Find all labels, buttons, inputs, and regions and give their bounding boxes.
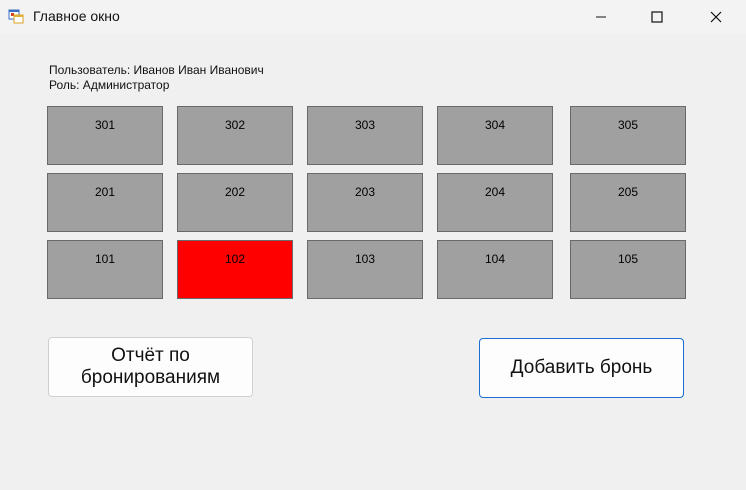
room-204-button[interactable]: 204 <box>437 173 553 232</box>
room-302-button[interactable]: 302 <box>177 106 293 165</box>
add-booking-button[interactable]: Добавить бронь <box>479 338 684 398</box>
room-101-button[interactable]: 101 <box>47 240 163 299</box>
user-name-label: Пользователь: Иванов Иван Иванович <box>49 63 264 77</box>
room-102-button[interactable]: 102 <box>177 240 293 299</box>
room-205-button[interactable]: 205 <box>570 173 686 232</box>
close-icon <box>710 11 722 23</box>
window-title: Главное окно <box>33 8 120 24</box>
report-button[interactable]: Отчёт по бронированиям <box>48 337 253 397</box>
minimize-button[interactable] <box>578 0 624 34</box>
room-105-button[interactable]: 105 <box>570 240 686 299</box>
room-201-button[interactable]: 201 <box>47 173 163 232</box>
room-301-button[interactable]: 301 <box>47 106 163 165</box>
maximize-button[interactable] <box>634 0 680 34</box>
user-role-label: Роль: Администратор <box>49 78 170 92</box>
minimize-icon <box>596 16 606 18</box>
app-form-icon <box>8 8 24 24</box>
maximize-icon <box>651 11 663 23</box>
room-203-button[interactable]: 203 <box>307 173 423 232</box>
title-bar: Главное окно <box>0 0 746 34</box>
room-305-button[interactable]: 305 <box>570 106 686 165</box>
room-303-button[interactable]: 303 <box>307 106 423 165</box>
room-103-button[interactable]: 103 <box>307 240 423 299</box>
close-button[interactable] <box>693 0 739 34</box>
user-info: Пользователь: Иванов Иван Иванович Роль:… <box>49 63 264 93</box>
room-202-button[interactable]: 202 <box>177 173 293 232</box>
room-104-button[interactable]: 104 <box>437 240 553 299</box>
room-304-button[interactable]: 304 <box>437 106 553 165</box>
